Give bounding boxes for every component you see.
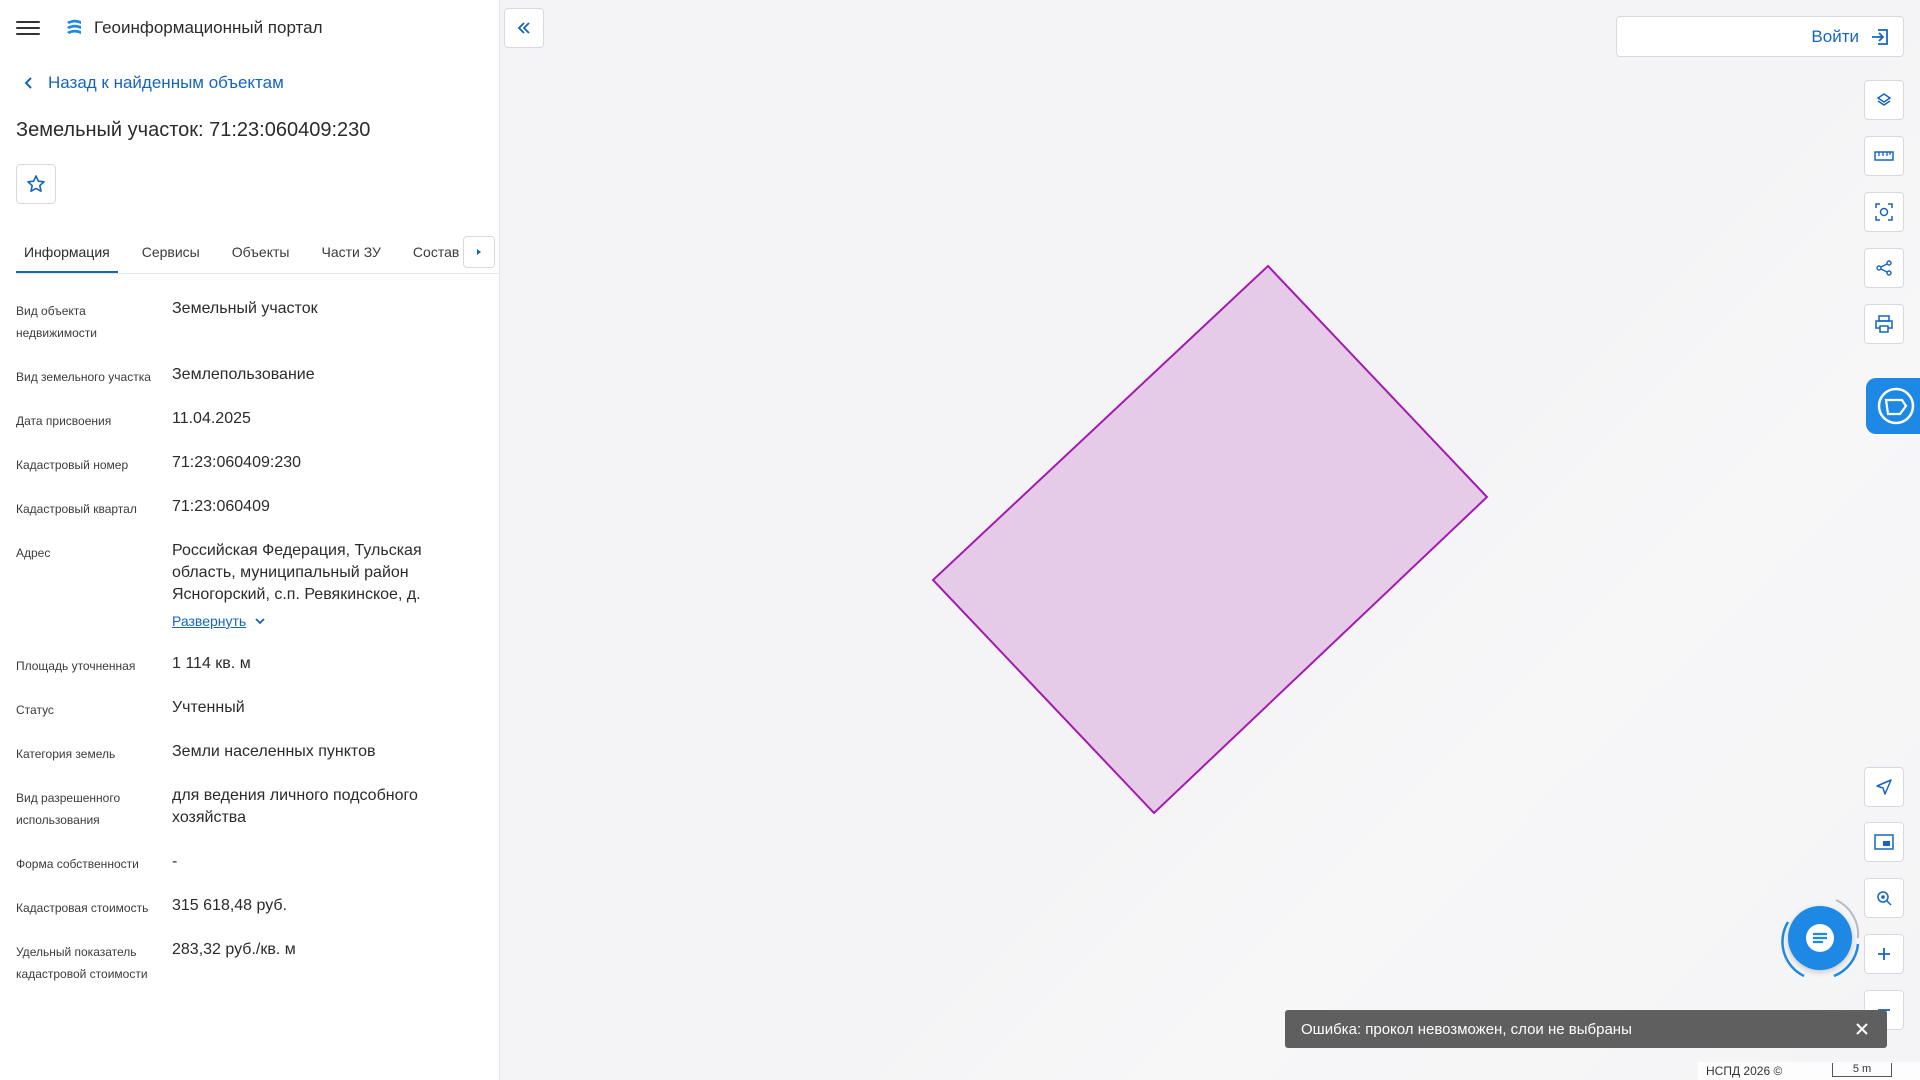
info-label: Площадь уточненная	[16, 659, 136, 673]
info-value: Российская Федерация, Тульская область, …	[172, 542, 422, 603]
info-row: Удельный показатель кадастровой стоимост…	[16, 929, 483, 995]
navigate-button[interactable]	[1864, 767, 1904, 807]
app-header: Геоинформационный портал	[0, 0, 499, 56]
chat-icon	[1806, 924, 1834, 952]
info-value: 11.04.2025	[172, 410, 251, 427]
chat-button[interactable]	[1788, 906, 1852, 970]
ruler-icon	[1874, 151, 1894, 161]
info-label: Адрес	[16, 546, 51, 560]
share-icon	[1876, 260, 1892, 276]
minimap-icon	[1874, 834, 1894, 850]
info-label: Удельный показатель кадастровой стоимост…	[16, 945, 148, 981]
back-to-results-link[interactable]: Назад к найденным объектам	[0, 56, 499, 110]
info-row: Категория земель Земли населенных пункто…	[16, 731, 483, 775]
info-value: -	[172, 853, 178, 870]
layers-button[interactable]	[1864, 80, 1904, 120]
info-row: Кадастровый квартал 71:23:060409	[16, 486, 483, 530]
info-label: Вид объекта недвижимости	[16, 304, 97, 340]
tab-parts[interactable]: Части ЗУ	[313, 244, 388, 273]
collapse-sidebar-button[interactable]	[504, 8, 544, 48]
chevron-down-icon	[255, 618, 265, 625]
nspd-logo-icon	[1877, 387, 1915, 425]
info-label: Кадастровый квартал	[16, 502, 137, 516]
info-value: Земли населенных пунктов	[172, 743, 376, 760]
info-value: 1 114 кв. м	[172, 655, 251, 672]
favorite-button[interactable]	[16, 164, 56, 204]
tab-information[interactable]: Информация	[16, 244, 118, 273]
land-parcel-polygon[interactable]	[501, 0, 1920, 1080]
zoom-in-button[interactable]	[1864, 934, 1904, 974]
expand-label: Развернуть	[172, 613, 247, 629]
chevron-left-icon	[24, 77, 32, 89]
menu-icon[interactable]	[16, 16, 40, 40]
ruler-button[interactable]	[1864, 136, 1904, 176]
back-link-label: Назад к найденным объектам	[48, 73, 284, 92]
sidebar: Геоинформационный портал Назад к найденн…	[0, 0, 500, 1080]
tab-services[interactable]: Сервисы	[134, 244, 208, 273]
info-value: Землепользование	[172, 366, 315, 383]
info-label: Вид разрешенного использования	[16, 791, 121, 827]
caret-right-icon	[477, 249, 481, 255]
map-canvas[interactable]	[501, 0, 1920, 1080]
info-row: Площадь уточненная 1 114 кв. м	[16, 643, 483, 687]
print-button[interactable]	[1864, 304, 1904, 344]
object-title: Земельный участок: 71:23:060409:230	[16, 119, 371, 141]
error-toast: Ошибка: прокол невозможен, слои не выбра…	[1285, 1010, 1887, 1048]
info-tabs: Информация Сервисы Объекты Части ЗУ Сост…	[16, 228, 499, 274]
minimap-button[interactable]	[1864, 822, 1904, 862]
info-label: Кадастровый номер	[16, 458, 129, 472]
zoom-in-icon	[1878, 948, 1890, 960]
info-label: Статус	[16, 703, 54, 717]
chat-widget	[1774, 892, 1866, 984]
info-row: Форма собственности -	[16, 841, 483, 885]
info-row: Кадастровая стоимость 315 618,48 руб.	[16, 885, 483, 929]
info-value: 315 618,48 руб.	[172, 897, 288, 914]
scale-label: 5 m	[1852, 1063, 1872, 1075]
info-list: Вид объекта недвижимости Земельный участ…	[0, 274, 499, 995]
info-label: Вид земельного участка	[16, 370, 151, 384]
share-button[interactable]	[1864, 248, 1904, 288]
close-icon[interactable]	[1853, 1020, 1871, 1038]
info-row: Вид объекта недвижимости Земельный участ…	[16, 288, 483, 354]
toast-message: Ошибка: прокол невозможен, слои не выбра…	[1301, 1020, 1632, 1038]
locate-icon	[1876, 779, 1892, 795]
info-value: 71:23:060409:230	[172, 454, 302, 471]
tab-composition[interactable]: Состав	[405, 244, 467, 273]
expand-address-link[interactable]: Развернуть	[172, 610, 266, 632]
tab-objects[interactable]: Объекты	[224, 244, 298, 273]
info-label: Дата присвоения	[16, 414, 112, 428]
portal-logo-icon	[67, 19, 81, 34]
info-label: Кадастровая стоимость	[16, 901, 149, 915]
info-label: Категория земель	[16, 747, 116, 761]
area-select-icon	[1875, 203, 1893, 221]
nspd-brand-button[interactable]	[1866, 378, 1920, 434]
info-value: 71:23:060409	[172, 498, 270, 515]
login-icon	[1872, 28, 1888, 45]
login-label: Войти	[1811, 26, 1859, 46]
info-row: Вид разрешенного использования для веден…	[16, 775, 483, 841]
double-chevron-left-icon	[517, 22, 530, 34]
area-select-button[interactable]	[1864, 192, 1904, 232]
info-row: Вид земельного участка Землепользование	[16, 354, 483, 398]
info-row: Дата присвоения 11.04.2025	[16, 398, 483, 442]
geolocation-button[interactable]	[1864, 878, 1904, 918]
layers-icon	[1876, 93, 1892, 106]
info-row: Статус Учтенный	[16, 687, 483, 731]
info-row: Адрес Российская Федерация, Тульская обл…	[16, 530, 483, 643]
geolocation-icon	[1877, 891, 1892, 906]
info-label: Форма собственности	[16, 857, 139, 871]
info-value: Учтенный	[172, 699, 245, 716]
info-row: Кадастровый номер 71:23:060409:230	[16, 442, 483, 486]
star-icon	[27, 175, 45, 192]
attribution-text: НСПД 2026 ©	[1706, 1064, 1783, 1078]
info-value: Земельный участок	[172, 300, 318, 317]
login-button[interactable]: Войти	[1616, 16, 1904, 57]
portal-title: Геоинформационный портал	[94, 18, 323, 37]
info-value: 283,32 руб./кв. м	[172, 941, 296, 958]
print-icon	[1875, 315, 1893, 333]
tabs-next-button[interactable]	[463, 236, 495, 268]
info-value: для ведения личного подсобного хозяйства	[172, 787, 418, 826]
map-scale-bar: 5 m	[1832, 1063, 1892, 1077]
